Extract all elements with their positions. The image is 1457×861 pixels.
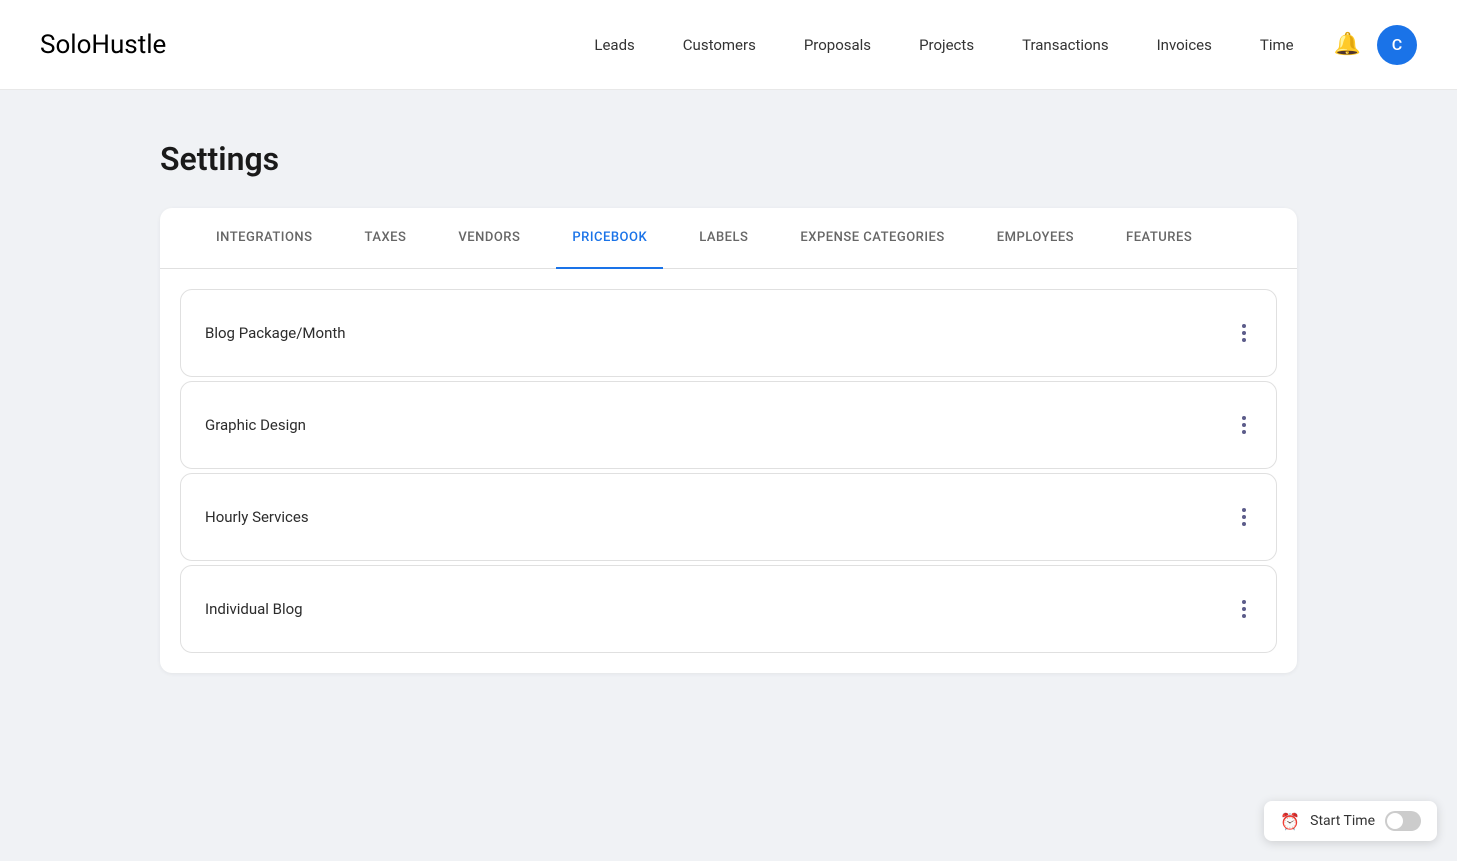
tab-vendors[interactable]: VENDORS xyxy=(442,208,536,269)
avatar[interactable]: C xyxy=(1377,25,1417,65)
tab-expense-categories[interactable]: EXPENSE CATEGORIES xyxy=(784,208,960,269)
tab-features[interactable]: FEATURES xyxy=(1110,208,1208,269)
pricebook-item-2-name: Graphic Design xyxy=(205,416,306,434)
page-title: Settings xyxy=(160,140,1297,178)
pricebook-item-2: Graphic Design xyxy=(180,381,1277,469)
logo[interactable]: SoloHustle xyxy=(40,30,166,60)
nav-item-invoices[interactable]: Invoices xyxy=(1157,36,1212,54)
clock-icon: ⏰ xyxy=(1280,812,1300,831)
start-time-toggle[interactable] xyxy=(1385,811,1421,831)
nav-item-leads[interactable]: Leads xyxy=(594,36,634,54)
header-actions: 🔔 C xyxy=(1334,25,1417,65)
tab-pricebook[interactable]: PRICEBOOK xyxy=(556,208,663,269)
nav-item-customers[interactable]: Customers xyxy=(683,36,756,54)
pricebook-item-1-name: Blog Package/Month xyxy=(205,324,346,342)
settings-card: INTEGRATIONS TAXES VENDORS PRICEBOOK LAB… xyxy=(160,208,1297,673)
tab-labels[interactable]: LABELS xyxy=(683,208,764,269)
pricebook-item-4-more-icon[interactable] xyxy=(1236,594,1252,624)
nav-item-proposals[interactable]: Proposals xyxy=(804,36,871,54)
tab-taxes[interactable]: TAXES xyxy=(349,208,423,269)
notification-bell-icon[interactable]: 🔔 xyxy=(1334,32,1361,57)
main-nav: Leads Customers Proposals Projects Trans… xyxy=(594,36,1293,54)
nav-item-projects[interactable]: Projects xyxy=(919,36,974,54)
logo-light: Hustle xyxy=(91,30,166,60)
pricebook-item-3-more-icon[interactable] xyxy=(1236,502,1252,532)
pricebook-item-1: Blog Package/Month xyxy=(180,289,1277,377)
pricebook-item-4-name: Individual Blog xyxy=(205,600,303,618)
nav-item-transactions[interactable]: Transactions xyxy=(1022,36,1109,54)
settings-tabs: INTEGRATIONS TAXES VENDORS PRICEBOOK LAB… xyxy=(160,208,1297,269)
main-content: Settings INTEGRATIONS TAXES VENDORS PRIC… xyxy=(0,90,1457,723)
tab-employees[interactable]: EMPLOYEES xyxy=(981,208,1090,269)
nav-item-time[interactable]: Time xyxy=(1260,36,1294,54)
pricebook-item-3: Hourly Services xyxy=(180,473,1277,561)
start-time-bar: ⏰ Start Time xyxy=(1264,801,1437,841)
pricebook-item-2-more-icon[interactable] xyxy=(1236,410,1252,440)
header: SoloHustle Leads Customers Proposals Pro… xyxy=(0,0,1457,90)
pricebook-item-1-more-icon[interactable] xyxy=(1236,318,1252,348)
tab-integrations[interactable]: INTEGRATIONS xyxy=(200,208,329,269)
pricebook-items-container: Blog Package/Month Graphic Design Hourly… xyxy=(160,269,1297,673)
pricebook-item-4: Individual Blog xyxy=(180,565,1277,653)
toggle-knob xyxy=(1387,813,1403,829)
start-time-label: Start Time xyxy=(1310,813,1375,829)
pricebook-item-3-name: Hourly Services xyxy=(205,508,309,526)
logo-bold: Solo xyxy=(40,30,91,60)
